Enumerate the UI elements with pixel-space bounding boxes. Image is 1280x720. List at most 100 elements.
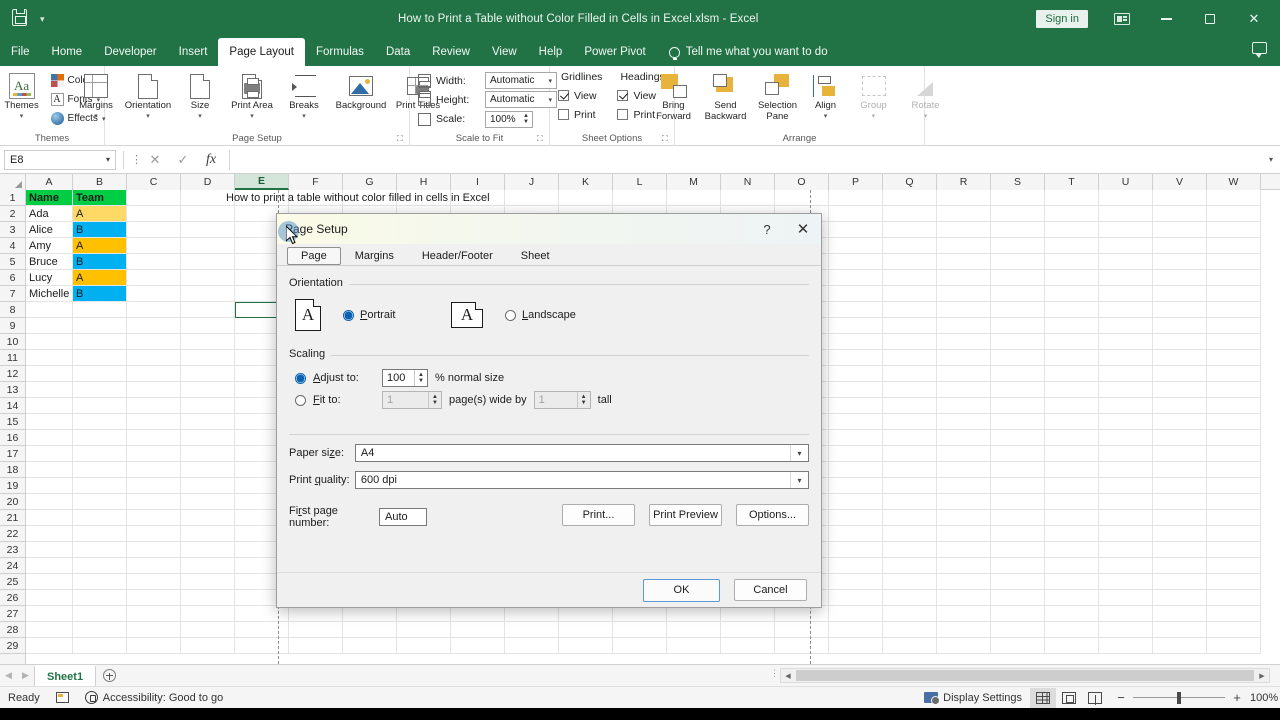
cell-C20[interactable] [127,494,181,510]
cell-Q17[interactable] [883,446,937,462]
cell-V2[interactable] [1153,206,1207,222]
tell-me-search[interactable]: Tell me what you want to do [657,38,828,66]
cell-W5[interactable] [1207,254,1261,270]
cell-A23[interactable] [26,542,73,558]
cell-U28[interactable] [1099,622,1153,638]
cell-T12[interactable] [1045,366,1099,382]
cell-D28[interactable] [181,622,235,638]
cell-B12[interactable] [73,366,127,382]
column-header-d[interactable]: D [181,174,235,190]
scale-width-combo[interactable]: Automatic ▾ [485,72,557,90]
cell-P2[interactable] [829,206,883,222]
row-header-27[interactable]: 27 [0,606,25,622]
cell-V28[interactable] [1153,622,1207,638]
cell-A14[interactable] [26,398,73,414]
cell-D12[interactable] [181,366,235,382]
cell-A1[interactable]: Name [26,190,73,206]
cell-R7[interactable] [937,286,991,302]
cell-F28[interactable] [289,622,343,638]
cell-D2[interactable] [181,206,235,222]
page-break-view-button[interactable] [1082,688,1108,708]
row-header-22[interactable]: 22 [0,526,25,542]
cell-A20[interactable] [26,494,73,510]
cell-B15[interactable] [73,414,127,430]
cell-A2[interactable]: Ada [26,206,73,222]
cell-Q11[interactable] [883,350,937,366]
cell-S25[interactable] [991,574,1045,590]
cell-P9[interactable] [829,318,883,334]
dialog-tab-header-footer[interactable]: Header/Footer [408,247,507,265]
row-header-28[interactable]: 28 [0,622,25,638]
cell-T14[interactable] [1045,398,1099,414]
cell-V22[interactable] [1153,526,1207,542]
tab-data[interactable]: Data [375,38,421,66]
cell-R22[interactable] [937,526,991,542]
cell-U22[interactable] [1099,526,1153,542]
paper-size-combo[interactable]: A4 ▾ [354,444,809,462]
cell-W13[interactable] [1207,382,1261,398]
breaks-button[interactable]: Breaks ▾ [278,69,330,122]
cell-W15[interactable] [1207,414,1261,430]
check-icon[interactable]: ✓ [169,148,197,172]
cell-S13[interactable] [991,382,1045,398]
column-header-o[interactable]: O [775,174,829,190]
cell-V12[interactable] [1153,366,1207,382]
print-preview-button[interactable]: Print Preview [649,504,722,526]
row-header-25[interactable]: 25 [0,574,25,590]
cell-J27[interactable] [505,606,559,622]
cell-D8[interactable] [181,302,235,318]
gridlines-print-checkbox[interactable]: Print [558,105,596,124]
cell-T3[interactable] [1045,222,1099,238]
cell-A12[interactable] [26,366,73,382]
cell-C1[interactable] [127,190,181,206]
sign-in-button[interactable]: Sign in [1036,10,1088,28]
cell-V16[interactable] [1153,430,1207,446]
dialog-tab-margins[interactable]: Margins [341,247,408,265]
cell-T2[interactable] [1045,206,1099,222]
display-settings-button[interactable]: Display Settings [916,687,1030,709]
cell-D16[interactable] [181,430,235,446]
cell-Q14[interactable] [883,398,937,414]
cell-F27[interactable] [289,606,343,622]
cell-S10[interactable] [991,334,1045,350]
cell-A25[interactable] [26,574,73,590]
background-button[interactable]: Background [330,69,392,114]
column-header-e[interactable]: E [235,174,289,190]
cell-K27[interactable] [559,606,613,622]
cell-V5[interactable] [1153,254,1207,270]
adjust-to-radio[interactable] [295,372,306,384]
cell-B13[interactable] [73,382,127,398]
cell-J1[interactable] [505,190,559,206]
column-header-c[interactable]: C [127,174,181,190]
cell-W17[interactable] [1207,446,1261,462]
cell-W29[interactable] [1207,638,1261,654]
cell-U7[interactable] [1099,286,1153,302]
tab-developer[interactable]: Developer [93,38,167,66]
row-header-3[interactable]: 3 [0,222,25,238]
cell-J28[interactable] [505,622,559,638]
cell-W28[interactable] [1207,622,1261,638]
cell-S21[interactable] [991,510,1045,526]
row-header-23[interactable]: 23 [0,542,25,558]
column-header-r[interactable]: R [937,174,991,190]
cell-Q5[interactable] [883,254,937,270]
cell-S11[interactable] [991,350,1045,366]
cell-R27[interactable] [937,606,991,622]
cell-S24[interactable] [991,558,1045,574]
cell-A21[interactable] [26,510,73,526]
cell-Q23[interactable] [883,542,937,558]
cell-D18[interactable] [181,462,235,478]
cell-Q10[interactable] [883,334,937,350]
cell-S28[interactable] [991,622,1045,638]
cell-D17[interactable] [181,446,235,462]
cell-M28[interactable] [667,622,721,638]
cell-B26[interactable] [73,590,127,606]
cell-W24[interactable] [1207,558,1261,574]
cell-U11[interactable] [1099,350,1153,366]
cell-P19[interactable] [829,478,883,494]
cell-W25[interactable] [1207,574,1261,590]
cell-D25[interactable] [181,574,235,590]
adjust-to-spinner[interactable]: 100 ▲ ▼ [382,369,428,387]
row-header-19[interactable]: 19 [0,478,25,494]
cell-P3[interactable] [829,222,883,238]
